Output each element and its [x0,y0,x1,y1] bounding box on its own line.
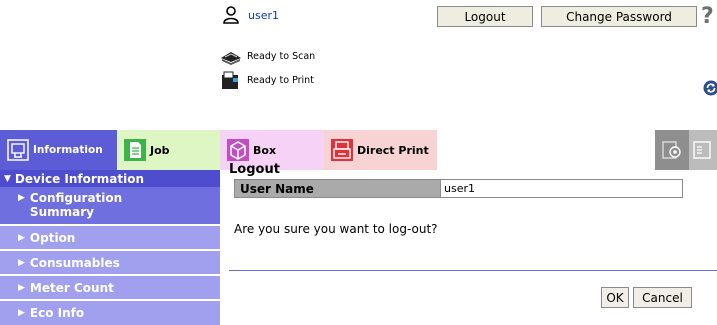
sidebar-item-label: Consumables [29,256,120,270]
scan-status: Ready to Scan [219,47,315,65]
sidebar-item-label: Meter Count [29,281,114,295]
tab-job-label: Job [150,143,170,157]
tab-job[interactable]: Job [117,130,220,170]
triangle-right-icon: ▶ [18,308,25,318]
user-name-field: User Name user1 [234,179,683,198]
triangle-right-icon: ▶ [18,283,25,293]
direct-print-icon [331,139,353,161]
tab-direct-print-label: Direct Print [357,143,429,157]
print-status-text: Ready to Print [247,74,314,86]
admin-settings-icon [662,141,681,159]
ok-button[interactable]: OK [601,287,629,308]
divider [229,270,717,271]
scanner-icon [221,52,241,65]
user-icon [223,6,239,24]
tab-spacer [437,130,655,170]
printer-icon [222,71,238,89]
user-name-value: user1 [441,179,683,198]
tab-admin-settings[interactable] [655,130,689,170]
tab-information-label: Information [33,144,103,156]
sidebar-item-option[interactable]: ▶ Option [0,226,220,249]
sidebar-item-eco-info[interactable]: ▶ Eco Info [0,301,220,325]
tab-direct-print[interactable]: Direct Print [324,130,437,170]
user-name-label: User Name [234,179,441,198]
header: user1 Logout Change Password ? Ready to … [0,0,717,130]
sidebar: ▼ Device Information ▶ Configuration Sum… [0,170,220,325]
help-button[interactable]: ? [701,3,717,29]
expand-arrow-icon: ▼ [4,173,11,184]
user-name-link[interactable]: user1 [248,9,279,22]
tab-information[interactable]: Information [0,130,117,170]
print-status: Ready to Print [219,70,314,90]
extension-icon [693,141,711,159]
cancel-button[interactable]: Cancel [633,287,692,308]
logout-question: Are you sure you want to log-out? [234,222,438,236]
job-icon [124,139,146,161]
user-info: user1 [222,6,279,24]
sidebar-item-meter-count[interactable]: ▶ Meter Count [0,276,220,299]
sidebar-item-configuration-summary[interactable]: ▶ Configuration Summary [0,187,220,224]
triangle-right-icon: ▶ [18,233,25,243]
information-icon [7,139,29,161]
main-content: Logout User Name user1 Are you sure you … [220,162,717,325]
sidebar-heading[interactable]: ▼ Device Information [0,170,220,187]
sidebar-heading-label: Device Information [14,171,145,186]
refresh-icon[interactable] [703,80,717,96]
change-password-button[interactable]: Change Password [541,6,697,27]
sidebar-item-consumables[interactable]: ▶ Consumables [0,251,220,274]
triangle-right-icon: ▶ [18,258,25,268]
tab-box-label: Box [253,143,277,157]
tab-extension[interactable] [689,130,717,170]
scan-status-text: Ready to Scan [247,50,316,62]
tab-bar: Information Job Box Direct Print [0,130,717,170]
sidebar-item-label: Option [29,231,76,245]
triangle-right-icon: ▶ [18,193,25,203]
logout-button[interactable]: Logout [437,6,533,27]
sidebar-item-label: Configuration Summary [29,191,123,219]
sidebar-item-label: Eco Info [29,306,85,320]
page-title: Logout [229,162,280,177]
box-icon [227,139,249,161]
